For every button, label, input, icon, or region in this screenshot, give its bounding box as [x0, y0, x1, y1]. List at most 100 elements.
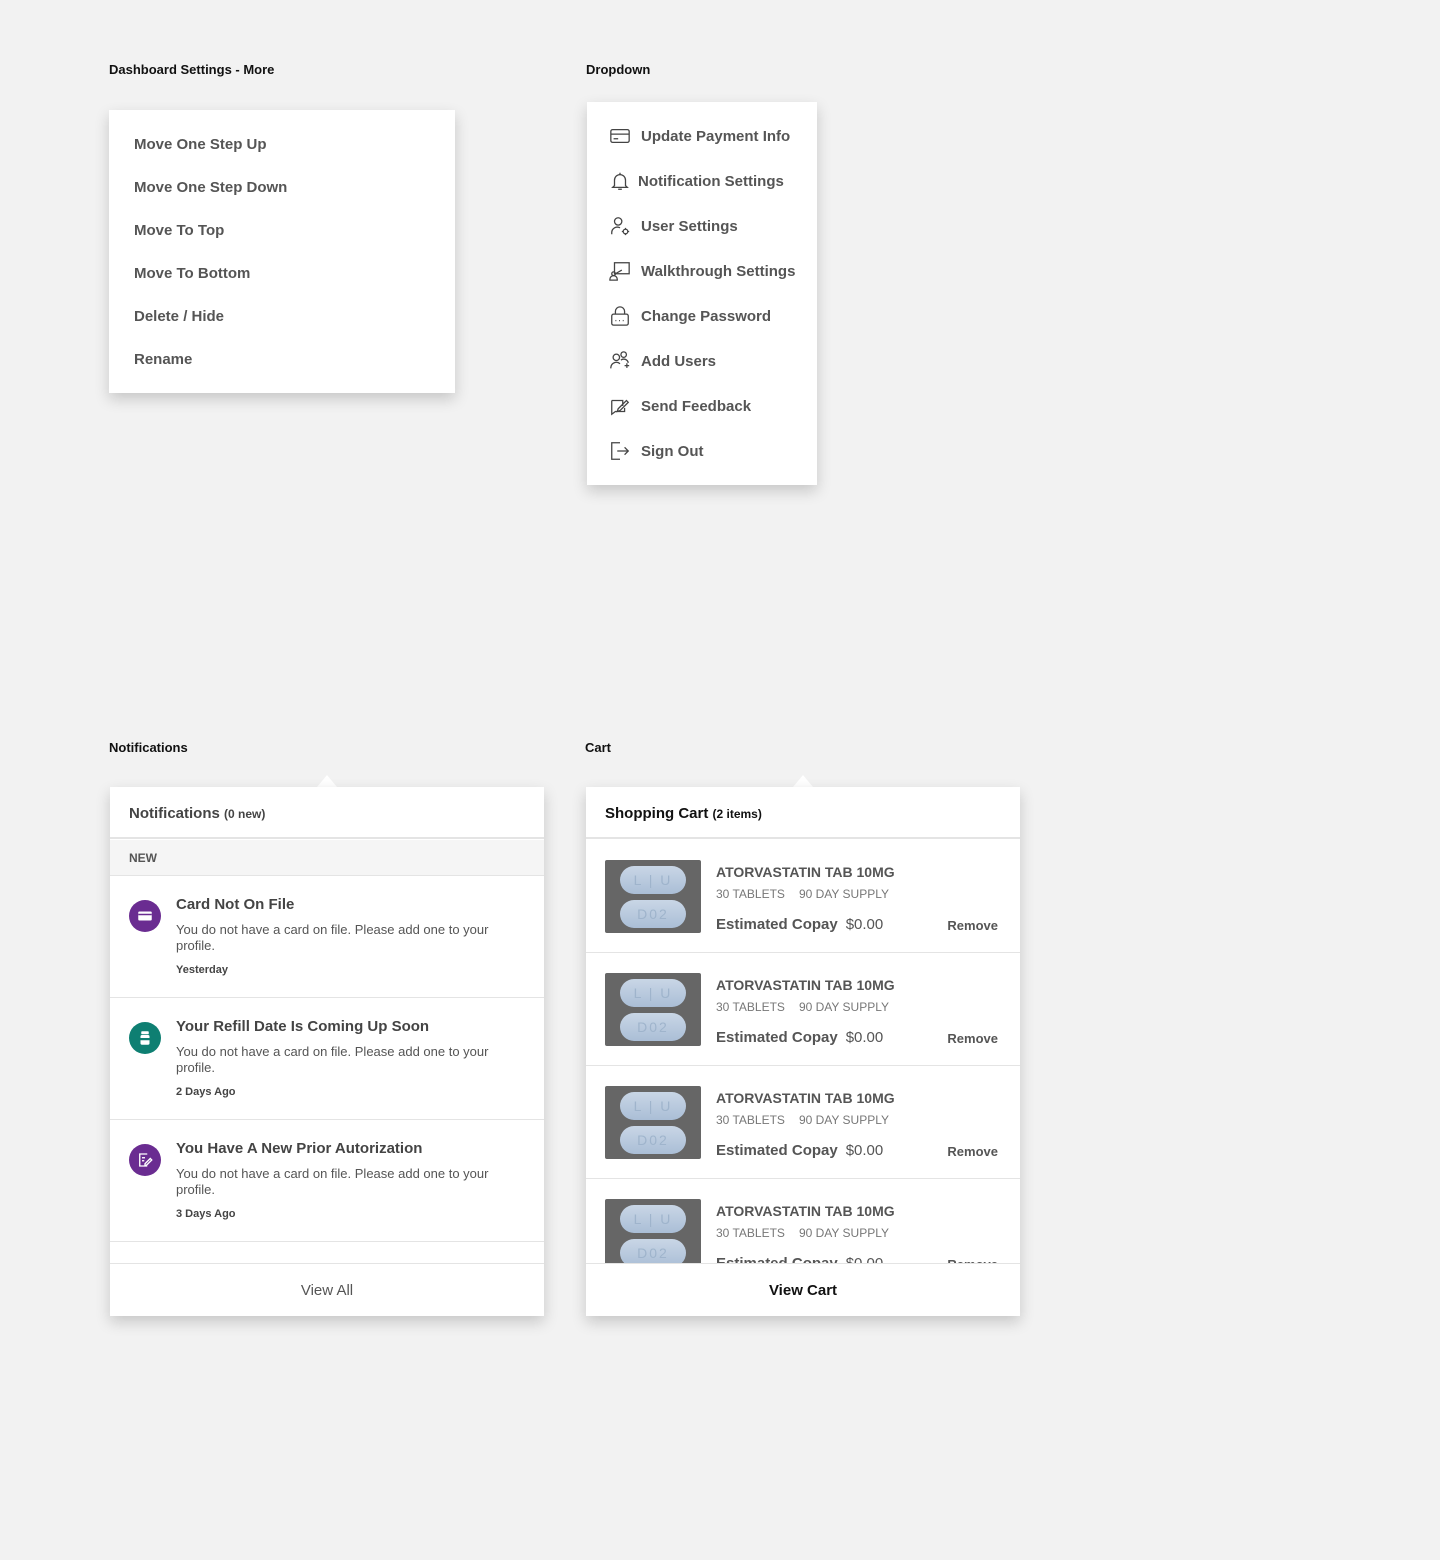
credit-card-icon [610, 128, 630, 144]
pill-imprint-bottom: D02 [620, 1126, 686, 1154]
cart-panel: Shopping Cart (2 items) L | U D02 ATORVA… [586, 787, 1020, 1316]
dropdown-item-label: User Settings [641, 217, 738, 235]
drug-image: L | U D02 [605, 1199, 701, 1272]
notifications-header: Notifications (0 new) [110, 787, 544, 839]
notifications-title: Notifications (0 new) [129, 805, 265, 822]
estimated-copay: Estimated Copay $0.00 [716, 1029, 883, 1046]
presentation-icon [609, 262, 630, 281]
drug-name: ATORVASTATIN TAB 10MG [716, 1090, 895, 1106]
dropdown-item-label: Sign Out [641, 442, 704, 460]
notification-time: 2 Days Ago [176, 1086, 236, 1098]
copay-value: $0.00 [845, 916, 884, 933]
tablet-count: 30 TABLETS [716, 887, 785, 901]
drug-image: L | U D02 [605, 860, 701, 933]
pill-bottle-icon [129, 1022, 161, 1054]
dropdown-item-add-users[interactable]: Add Users [609, 349, 716, 373]
cart-item: L | U D02 ATORVASTATIN TAB 10MG 30 TABLE… [586, 840, 1020, 953]
menu-item-delete-hide[interactable]: Delete / Hide [134, 308, 224, 325]
notification-time: 3 Days Ago [176, 1208, 236, 1220]
estimated-copay: Estimated Copay $0.00 [716, 1142, 883, 1159]
section-label-notifications: Notifications [109, 740, 188, 755]
copay-label: Estimated Copay [716, 916, 838, 933]
drug-quantity: 30 TABLETS 90 DAY SUPPLY [716, 1000, 889, 1014]
notification-title: Your Refill Date Is Coming Up Soon [176, 1018, 430, 1035]
dashboard-more-menu: Move One Step Up Move One Step Down Move… [109, 110, 455, 393]
menu-item-move-down[interactable]: Move One Step Down [134, 179, 287, 196]
dropdown-item-label: Walkthrough Settings [641, 262, 796, 280]
estimated-copay: Estimated Copay $0.00 [716, 916, 883, 933]
view-all-button[interactable]: View All [110, 1263, 544, 1316]
pill-imprint-top: L | U [620, 1092, 686, 1120]
notifications-count: (0 new) [224, 807, 266, 821]
user-gear-icon [611, 217, 630, 236]
drug-quantity: 30 TABLETS 90 DAY SUPPLY [716, 887, 889, 901]
pill-imprint-bottom: D02 [620, 900, 686, 928]
remove-button[interactable]: Remove [947, 918, 998, 933]
pill-imprint-bottom: D02 [620, 1013, 686, 1041]
dropdown-item-label: Notification Settings [638, 172, 784, 190]
cart-header: Shopping Cart (2 items) [586, 787, 1020, 839]
pill-imprint-top: L | U [620, 979, 686, 1007]
copay-value: $0.00 [845, 1029, 884, 1046]
drug-name: ATORVASTATIN TAB 10MG [716, 1203, 895, 1219]
pill-imprint-top: L | U [620, 1205, 686, 1233]
document-edit-icon [129, 1144, 161, 1176]
notifications-caret [317, 775, 337, 787]
day-supply: 90 DAY SUPPLY [798, 1000, 889, 1014]
dropdown-item-label: Add Users [641, 352, 717, 370]
dropdown-item-walkthrough-settings[interactable]: Walkthrough Settings [609, 259, 795, 283]
view-cart-label: View Cart [768, 1281, 838, 1299]
notification-item[interactable]: Card Not On File You do not have a card … [110, 876, 544, 998]
notifications-title-text: Notifications [129, 805, 220, 822]
notification-body: You do not have a card on file. Please a… [176, 1044, 489, 1075]
cart-caret [793, 775, 813, 787]
notifications-panel: Notifications (0 new) NEW Card Not On Fi… [110, 787, 544, 1316]
dropdown-item-label: Send Feedback [641, 397, 752, 415]
view-cart-button[interactable]: View Cart [586, 1263, 1020, 1316]
bell-icon [611, 172, 629, 190]
drug-image: L | U D02 [605, 973, 701, 1046]
menu-item-move-bottom[interactable]: Move To Bottom [134, 265, 250, 282]
drug-image: L | U D02 [605, 1086, 701, 1159]
menu-item-move-up[interactable]: Move One Step Up [134, 136, 267, 153]
notification-item[interactable]: Your Refill Date Is Coming Up Soon You d… [110, 998, 544, 1120]
dropdown-item-label: Update Payment Info [641, 127, 791, 145]
remove-button[interactable]: Remove [947, 1144, 998, 1159]
dropdown-item-send-feedback[interactable]: Send Feedback [609, 394, 751, 418]
copay-label: Estimated Copay [716, 1029, 838, 1046]
notification-body: You do not have a card on file. Please a… [176, 922, 489, 953]
lock-icon [611, 306, 629, 326]
copay-label: Estimated Copay [716, 1142, 838, 1159]
dropdown-item-notification-settings[interactable]: Notification Settings [609, 169, 784, 193]
feedback-icon [611, 399, 630, 416]
drug-quantity: 30 TABLETS 90 DAY SUPPLY [716, 1226, 889, 1240]
section-label-dashboard-more: Dashboard Settings - More [109, 62, 275, 77]
cart-title: Shopping Cart (2 items) [605, 805, 762, 822]
pill-imprint-top: L | U [620, 866, 686, 894]
notification-item[interactable]: You Have A New Prior Autorization You do… [110, 1120, 544, 1242]
tablet-count: 30 TABLETS [716, 1226, 785, 1240]
dropdown-item-update-payment[interactable]: Update Payment Info [609, 124, 790, 148]
drug-name: ATORVASTATIN TAB 10MG [716, 977, 895, 993]
section-heading: NEW [129, 851, 157, 865]
notifications-section-new: NEW [110, 840, 544, 876]
day-supply: 90 DAY SUPPLY [798, 1226, 889, 1240]
dropdown-item-user-settings[interactable]: User Settings [609, 214, 738, 238]
drug-name: ATORVASTATIN TAB 10MG [716, 864, 895, 880]
add-users-icon [610, 351, 630, 369]
menu-item-rename[interactable]: Rename [134, 351, 192, 368]
tablet-count: 30 TABLETS [716, 1113, 785, 1127]
dropdown-item-sign-out[interactable]: Sign Out [609, 439, 704, 463]
remove-button[interactable]: Remove [947, 1031, 998, 1046]
cart-item: L | U D02 ATORVASTATIN TAB 10MG 30 TABLE… [586, 953, 1020, 1066]
view-all-label: View All [300, 1281, 354, 1299]
dropdown-item-label: Change Password [641, 307, 772, 325]
sign-out-icon [611, 442, 630, 460]
section-label-dropdown: Dropdown [586, 62, 651, 77]
cart-title-text: Shopping Cart [605, 805, 709, 822]
cart-item: L | U D02 ATORVASTATIN TAB 10MG 30 TABLE… [586, 1066, 1020, 1179]
dropdown-item-change-password[interactable]: Change Password [609, 304, 771, 328]
menu-item-move-top[interactable]: Move To Top [134, 222, 224, 239]
notification-title: Card Not On File [176, 896, 295, 913]
credit-card-icon [129, 900, 161, 932]
